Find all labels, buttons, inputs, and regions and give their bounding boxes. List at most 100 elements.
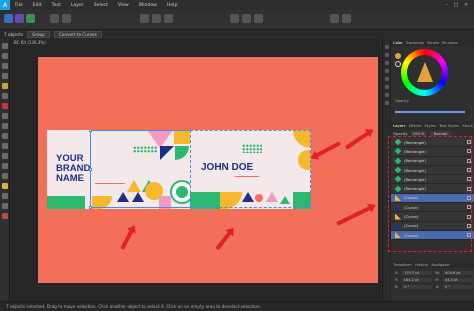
dock-icon[interactable]: [385, 53, 389, 57]
affinity-designer-window: A File Edit Text Layer Select View Windo…: [0, 0, 474, 311]
selection-count: 7 objects: [4, 32, 24, 37]
close-button[interactable]: ✕: [464, 3, 468, 8]
tab-swatches[interactable]: Swatches: [406, 40, 424, 45]
tab-layers[interactable]: Layers: [393, 123, 406, 128]
dock-icon[interactable]: [385, 77, 389, 81]
selection-handle[interactable]: [89, 130, 92, 132]
pencil-tool-icon[interactable]: [2, 83, 8, 89]
place-image-icon[interactable]: [2, 123, 8, 129]
h-field[interactable]: 44.3 pt: [442, 277, 473, 282]
document-setup-icon[interactable]: [50, 14, 59, 23]
menu-help[interactable]: Help: [162, 3, 182, 8]
x-label: X:: [395, 270, 399, 275]
dock-icon[interactable]: [385, 101, 389, 105]
tab-stroke[interactable]: Stroke: [427, 40, 439, 45]
flip-icon[interactable]: [164, 14, 173, 23]
green-bar-shape: [47, 196, 85, 209]
selection-handle[interactable]: [89, 168, 92, 171]
dock-icon[interactable]: [385, 45, 389, 49]
artistic-text-icon[interactable]: [2, 173, 8, 179]
tab-styles[interactable]: Styles: [424, 123, 436, 128]
boolean-intersect-icon[interactable]: [254, 14, 263, 23]
r-label: R:: [395, 284, 399, 289]
tab-brushes[interactable]: Brushes: [442, 40, 457, 45]
tab-effects[interactable]: Effects: [409, 123, 422, 128]
tab-stock[interactable]: Stock: [462, 123, 473, 128]
snap-toggle-icon[interactable]: [330, 14, 339, 23]
arrange-icon[interactable]: [140, 14, 149, 23]
opacity-slider[interactable]: [395, 111, 465, 113]
selection-handle[interactable]: [89, 206, 92, 209]
brush-tool-icon[interactable]: [2, 93, 8, 99]
pixel-persona-icon[interactable]: [15, 14, 24, 23]
convert-to-curves-button[interactable]: Convert to Curves: [53, 31, 102, 38]
group-button[interactable]: Group: [27, 31, 50, 38]
color-triangle[interactable]: [417, 62, 433, 82]
ellipse-tool-icon[interactable]: [2, 143, 8, 149]
tab-text-styles[interactable]: Text Styles: [439, 123, 459, 128]
boolean-add-icon[interactable]: [230, 14, 239, 23]
brand-name-text[interactable]: YOUR BRAND NAME: [56, 154, 90, 184]
hsl-readout: Opacity: [395, 99, 409, 104]
color-wheel[interactable]: [401, 49, 448, 96]
shape-tool-icon[interactable]: [2, 153, 8, 159]
transparency-tool-icon[interactable]: [2, 113, 8, 119]
tools-panel: [0, 39, 10, 301]
red-annotation-arrow: [120, 228, 135, 250]
move-tool-icon[interactable]: [2, 43, 8, 49]
canvas-area[interactable]: YOUR BRAND NAME JOHN DOE: [11, 47, 381, 300]
right-studio-panel: Color Swatches Stroke Brushes Opacity La…: [382, 39, 474, 301]
blend-mode-select[interactable]: Normal: [429, 130, 452, 136]
dock-icon[interactable]: [385, 69, 389, 73]
maximize-button[interactable]: □: [454, 3, 458, 8]
opacity-label: Opacity: [395, 99, 409, 103]
business-card-front[interactable]: YOUR BRAND NAME: [47, 130, 194, 209]
business-card-back[interactable]: JOHN DOE: [190, 130, 311, 209]
tab-navigator[interactable]: Navigator: [431, 262, 450, 267]
view-mode-icon[interactable]: [342, 14, 351, 23]
menu-view[interactable]: View: [113, 3, 134, 8]
fill-tool-icon[interactable]: [2, 103, 8, 109]
shear-field[interactable]: 0 °: [442, 284, 473, 289]
node-tool-icon[interactable]: [2, 53, 8, 59]
red-annotation-arrow: [314, 141, 341, 158]
menu-text[interactable]: Text: [47, 3, 66, 8]
dock-icon[interactable]: [385, 85, 389, 89]
menu-select[interactable]: Select: [89, 3, 113, 8]
designer-persona-icon[interactable]: [4, 14, 13, 23]
s-label: S:: [435, 284, 440, 289]
crop-tool-icon[interactable]: [2, 63, 8, 69]
pen-tool-icon[interactable]: [2, 73, 8, 79]
text-tool-icon[interactable]: [2, 163, 8, 169]
rotation-field[interactable]: 0 °: [402, 284, 433, 289]
w-field[interactable]: 404.6 pt: [443, 270, 473, 275]
fill-swatch[interactable]: [395, 53, 401, 59]
tab-transform[interactable]: Transform: [393, 262, 412, 267]
rectangle-tool-icon[interactable]: [2, 133, 8, 139]
selection-box[interactable]: [90, 130, 193, 208]
zoom-tool-icon[interactable]: [2, 193, 8, 199]
snapping-icon[interactable]: [62, 14, 71, 23]
align-icon[interactable]: [152, 14, 161, 23]
menu-layer[interactable]: Layer: [66, 3, 89, 8]
minimize-button[interactable]: –: [446, 3, 448, 8]
menu-edit[interactable]: Edit: [28, 3, 47, 8]
transform-fields: X: 179.7 pt W: 404.6 pt Y: 184.2 pt H: 44.3 pt…: [395, 269, 473, 290]
document-tab[interactable]: BC Kit (136.3%): [10, 39, 380, 47]
dock-icon[interactable]: [385, 61, 389, 65]
opacity-field[interactable]: 100 %: [410, 130, 427, 136]
boolean-subtract-icon[interactable]: [242, 14, 251, 23]
tab-history[interactable]: History: [415, 262, 429, 267]
tab-color[interactable]: Color: [393, 40, 403, 45]
menu-window[interactable]: Window: [134, 3, 162, 8]
artboard[interactable]: YOUR BRAND NAME JOHN DOE: [38, 57, 378, 283]
x-field[interactable]: 179.7 pt: [401, 270, 432, 275]
warning-tool-icon[interactable]: [2, 183, 8, 189]
color-well-icon[interactable]: [2, 213, 8, 219]
y-field[interactable]: 184.2 pt: [401, 277, 432, 282]
export-persona-icon[interactable]: [26, 14, 35, 23]
view-tool-icon[interactable]: [2, 203, 8, 209]
stroke-swatch[interactable]: [395, 61, 401, 67]
dock-icon[interactable]: [385, 93, 389, 97]
menu-file[interactable]: File: [10, 3, 28, 8]
